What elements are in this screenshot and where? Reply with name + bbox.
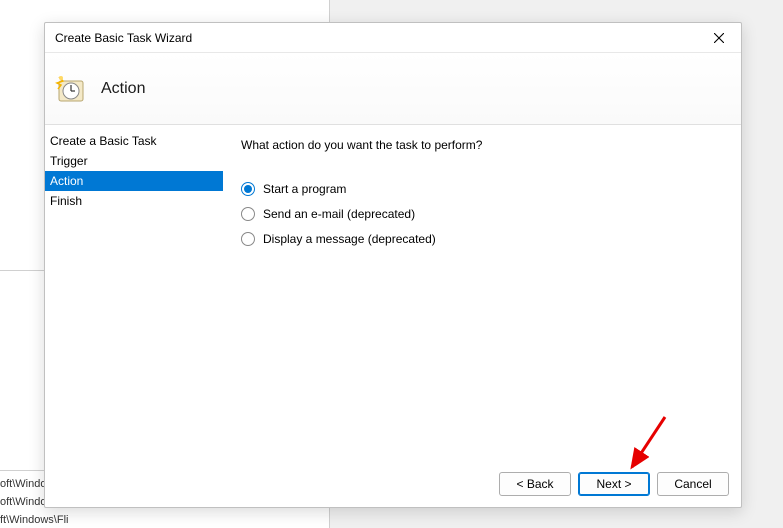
wizard-header: Action (45, 53, 741, 125)
radio-label: Send an e-mail (deprecated) (263, 207, 415, 221)
wizard-steps-sidebar: Create a Basic Task Trigger Action Finis… (45, 125, 223, 461)
radio-icon (241, 207, 255, 221)
radio-display-message[interactable]: Display a message (deprecated) (241, 232, 731, 246)
background-text: oft\Windo (0, 478, 46, 490)
close-icon (714, 33, 724, 43)
next-button[interactable]: Next > (578, 472, 650, 496)
titlebar: Create Basic Task Wizard (45, 23, 741, 53)
background-text: ft\Windows\Fli (0, 514, 68, 526)
divider (0, 270, 45, 271)
close-button[interactable] (696, 23, 741, 53)
sidebar-step-create-basic-task[interactable]: Create a Basic Task (45, 131, 223, 151)
page-title: Action (101, 80, 145, 98)
radio-start-program[interactable]: Start a program (241, 182, 731, 196)
radio-label: Start a program (263, 182, 346, 196)
wizard-content: What action do you want the task to perf… (223, 125, 741, 461)
radio-icon (241, 232, 255, 246)
dialog-title: Create Basic Task Wizard (55, 31, 192, 45)
radio-icon (241, 182, 255, 196)
radio-send-email[interactable]: Send an e-mail (deprecated) (241, 207, 731, 221)
action-radio-group: Start a program Send an e-mail (deprecat… (241, 182, 731, 246)
back-button[interactable]: < Back (499, 472, 571, 496)
wizard-footer: < Back Next > Cancel (45, 461, 741, 507)
radio-label: Display a message (deprecated) (263, 232, 436, 246)
cancel-button[interactable]: Cancel (657, 472, 729, 496)
sidebar-step-finish[interactable]: Finish (45, 191, 223, 211)
wizard-dialog: Create Basic Task Wizard Action Create a… (44, 22, 742, 508)
prompt-text: What action do you want the task to perf… (241, 138, 731, 152)
sidebar-step-trigger[interactable]: Trigger (45, 151, 223, 171)
wizard-body: Create a Basic Task Trigger Action Finis… (45, 125, 741, 461)
wizard-clock-icon (55, 73, 87, 105)
divider (0, 470, 45, 471)
sidebar-step-action[interactable]: Action (45, 171, 223, 191)
